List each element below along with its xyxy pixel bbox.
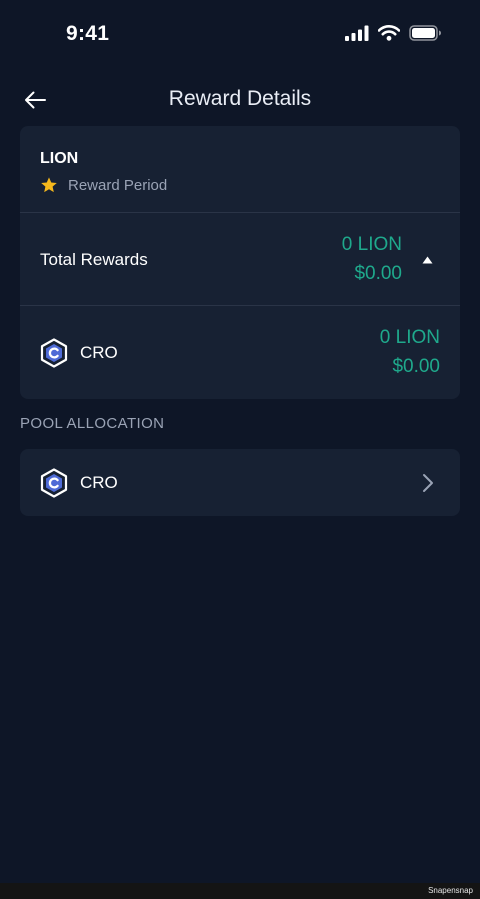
nav-bar: Reward Details [0, 78, 480, 122]
cro-coin-icon [40, 338, 68, 368]
cellular-signal-icon [345, 25, 369, 41]
reward-breakdown-row: CRO [40, 338, 118, 368]
divider [20, 212, 460, 213]
breakdown-token-amount: 0 LION [379, 327, 440, 348]
caret-up-icon [422, 256, 432, 264]
breakdown-fiat-amount: $0.00 [392, 356, 440, 377]
status-icons [345, 25, 442, 41]
divider [20, 305, 460, 306]
pool-allocation-item[interactable]: CRO [20, 449, 460, 516]
total-rewards-amount: 0 LION $0.00 [342, 230, 402, 288]
reward-period-row: Reward Period [40, 176, 167, 194]
battery-icon [409, 25, 441, 41]
reward-period-label: Reward Period [68, 176, 168, 194]
status-bar: 9:41 [0, 0, 480, 70]
total-rewards-token-amount: 0 LION [341, 234, 402, 255]
star-icon [41, 177, 57, 193]
coin-name: CRO [80, 343, 118, 362]
collapse-button[interactable] [420, 253, 434, 267]
token-name: LION [40, 150, 79, 167]
total-rewards-fiat-amount: $0.00 [354, 263, 402, 284]
pool-allocation-header: POOL ALLOCATION [20, 415, 165, 432]
reward-card: LION Reward Period Total Rewards 0 LION … [20, 126, 460, 399]
bottom-strip [0, 883, 480, 899]
status-time: 9:41 [66, 22, 110, 45]
cro-coin-icon [40, 468, 68, 498]
wifi-icon [378, 25, 400, 41]
watermark: Snapensnap [428, 886, 473, 895]
total-rewards-label: Total Rewards [40, 250, 148, 269]
pool-coin: CRO [40, 468, 118, 498]
page-title: Reward Details [168, 87, 312, 110]
chevron-right-icon [423, 474, 433, 492]
breakdown-amount: 0 LION $0.00 [380, 323, 440, 381]
pool-coin-name: CRO [80, 473, 118, 492]
